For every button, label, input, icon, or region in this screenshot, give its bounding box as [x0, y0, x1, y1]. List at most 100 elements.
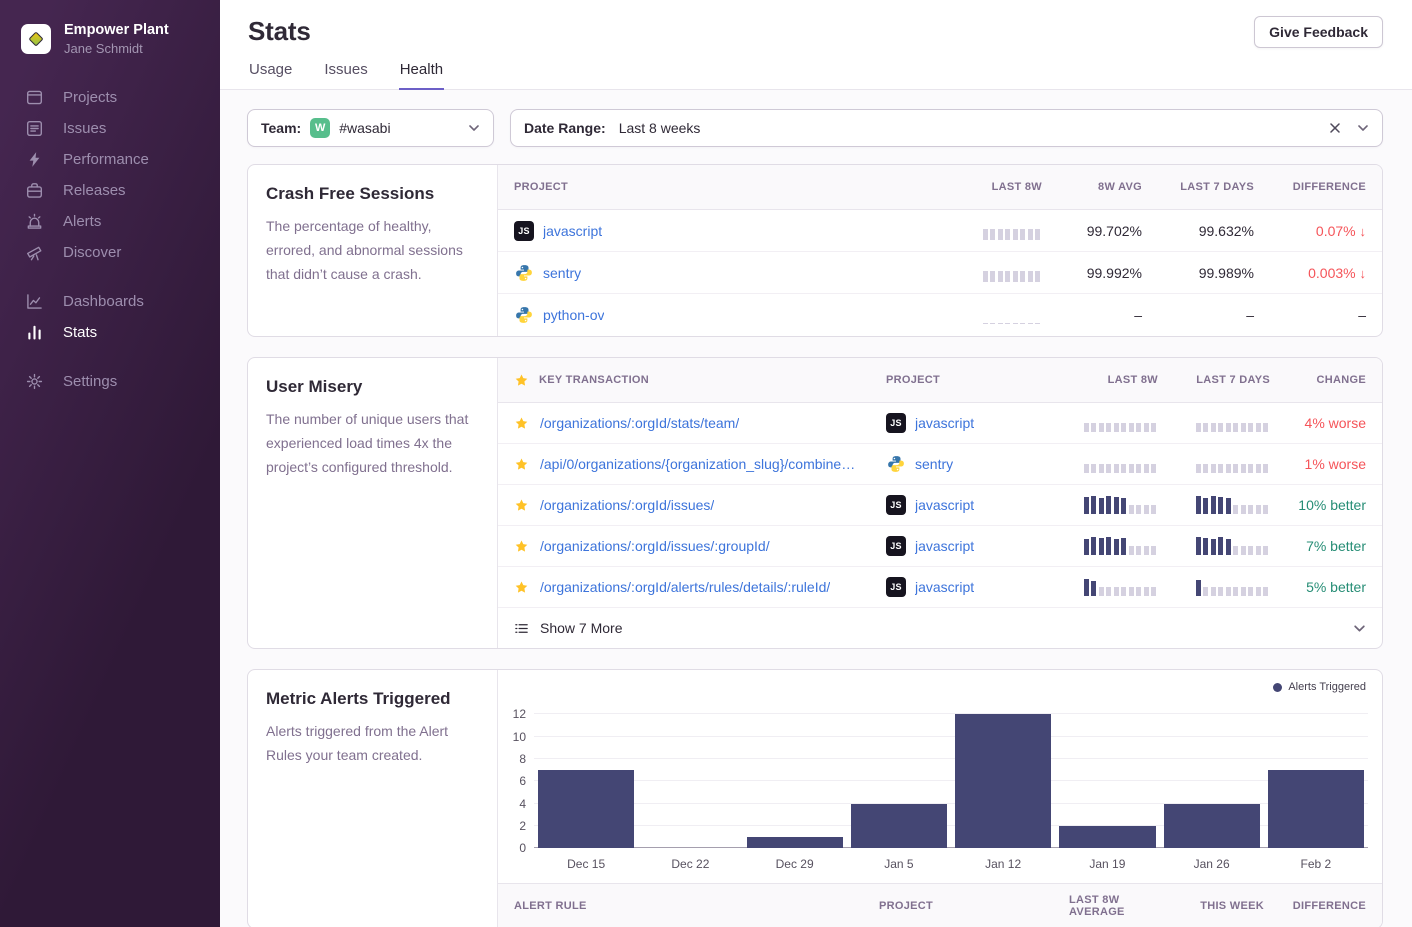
- star-icon[interactable]: [514, 457, 529, 472]
- table-row: /organizations/:orgId/issues/ JSjavascri…: [498, 485, 1382, 526]
- sidebar-item-label: Releases: [63, 182, 126, 199]
- legend-marker: [1273, 683, 1282, 692]
- last-7-days-value: 99.632%: [1142, 223, 1254, 239]
- org-switcher[interactable]: Empower Plant Jane Schmidt: [0, 0, 220, 82]
- page-header: Stats Give Feedback UsageIssuesHealth: [220, 0, 1412, 90]
- sparkline: [1084, 455, 1157, 473]
- project-link[interactable]: javascript: [915, 415, 974, 431]
- user-name: Jane Schmidt: [64, 41, 169, 56]
- sidebar: Empower Plant Jane Schmidt ProjectsIssue…: [0, 0, 220, 927]
- team-filter[interactable]: Team: W #wasabi: [247, 109, 494, 147]
- panel-description: Alerts triggered from the Alert Rules yo…: [266, 719, 479, 767]
- table-row: /organizations/:orgId/issues/:groupId/ J…: [498, 526, 1382, 567]
- dashboards-icon: [25, 293, 43, 311]
- alerts-triggered-chart: Alerts Triggered 024681012 Dec 15Dec 22D…: [498, 670, 1382, 871]
- alert-rules-table-header: ALERT RULEPROJECTLAST 8W AVERAGETHIS WEE…: [498, 883, 1382, 927]
- column-header: PROJECT: [879, 900, 1069, 912]
- tab-issues[interactable]: Issues: [323, 61, 368, 91]
- x-axis-label: Feb 2: [1264, 857, 1368, 871]
- issues-icon: [25, 120, 43, 138]
- panel-description: The number of unique users that experien…: [266, 407, 479, 479]
- sidebar-item-releases[interactable]: Releases: [0, 175, 220, 206]
- crash-free-description-block: Crash Free Sessions The percentage of he…: [248, 165, 498, 336]
- show-more-button[interactable]: Show 7 More: [498, 608, 1382, 648]
- table-row: python-ov – – –: [498, 294, 1382, 336]
- column-header: LAST 7 DAYS: [1158, 374, 1270, 386]
- project-link[interactable]: javascript: [915, 579, 974, 595]
- chart-bar[interactable]: [747, 837, 843, 848]
- sidebar-item-stats[interactable]: Stats: [0, 317, 220, 348]
- discover-icon: [25, 244, 43, 262]
- date-range-label: Date Range:: [524, 120, 606, 136]
- table-row: /api/0/organizations/{organization_slug}…: [498, 444, 1382, 485]
- transaction-link[interactable]: /organizations/:orgId/stats/team/: [540, 415, 739, 431]
- table-row: sentry 99.992% 99.989% 0.003% ↓: [498, 252, 1382, 294]
- bar-slot: [534, 700, 638, 848]
- panel-title: Metric Alerts Triggered: [266, 689, 479, 709]
- tab-usage[interactable]: Usage: [248, 61, 293, 91]
- chart-legend[interactable]: Alerts Triggered: [504, 680, 1366, 694]
- transaction-link[interactable]: /api/0/organizations/{organization_slug}…: [540, 456, 855, 472]
- sidebar-item-performance[interactable]: Performance: [0, 144, 220, 175]
- bar-slot: [1264, 700, 1368, 848]
- tab-bar: Usage Issues Health: [220, 48, 1412, 90]
- star-icon[interactable]: [514, 580, 529, 595]
- avg-8w-value: –: [1042, 307, 1142, 323]
- chart-bar[interactable]: [851, 804, 947, 849]
- sidebar-item-label: Stats: [63, 324, 97, 341]
- sparkline: [1084, 414, 1157, 432]
- main: Stats Give Feedback UsageIssuesHealth Te…: [220, 0, 1412, 927]
- sparkline: [1084, 578, 1157, 596]
- app-root: Empower Plant Jane Schmidt ProjectsIssue…: [0, 0, 1412, 927]
- star-icon[interactable]: [514, 539, 529, 554]
- sidebar-item-discover[interactable]: Discover: [0, 237, 220, 268]
- sidebar-item-dashboards[interactable]: Dashboards: [0, 286, 220, 317]
- transaction-link[interactable]: /organizations/:orgId/issues/:groupId/: [540, 538, 770, 554]
- sidebar-item-projects[interactable]: Projects: [0, 82, 220, 113]
- column-header: 8W AVG: [1042, 181, 1142, 193]
- sparkline: [983, 222, 1041, 240]
- transaction-link[interactable]: /organizations/:orgId/alerts/rules/detai…: [540, 579, 830, 595]
- chart-bar[interactable]: [1059, 826, 1155, 848]
- show-more-label: Show 7 More: [540, 620, 622, 636]
- project-link[interactable]: python-ov: [543, 307, 604, 323]
- team-filter-value: #wasabi: [339, 120, 390, 136]
- project-link[interactable]: javascript: [915, 538, 974, 554]
- project-link[interactable]: sentry: [543, 265, 581, 281]
- chart-bar[interactable]: [538, 770, 634, 848]
- projects-icon: [25, 89, 43, 107]
- transaction-link[interactable]: /organizations/:orgId/issues/: [540, 497, 714, 513]
- column-header: KEY TRANSACTION: [514, 373, 886, 388]
- python-platform-icon: [514, 305, 534, 325]
- team-avatar: W: [310, 118, 330, 138]
- tab-health[interactable]: Health: [399, 61, 444, 91]
- project-link[interactable]: sentry: [915, 456, 953, 472]
- star-icon[interactable]: [514, 416, 529, 431]
- chart-bar[interactable]: [955, 714, 1051, 848]
- date-range-filter[interactable]: Date Range: Last 8 weeks: [510, 109, 1383, 147]
- clear-date-range-icon[interactable]: [1329, 122, 1341, 134]
- star-icon[interactable]: [514, 498, 529, 513]
- table-row: /organizations/:orgId/alerts/rules/detai…: [498, 567, 1382, 608]
- column-header: PROJECT: [886, 374, 1046, 386]
- arrow-down-icon: ↓: [1360, 266, 1367, 281]
- sidebar-item-issues[interactable]: Issues: [0, 113, 220, 144]
- sidebar-item-alerts[interactable]: Alerts: [0, 206, 220, 237]
- bar-slot: [1055, 700, 1159, 848]
- x-axis: Dec 15Dec 22Dec 29Jan 5Jan 12Jan 19Jan 2…: [534, 857, 1368, 871]
- y-axis-label: 8: [519, 752, 526, 766]
- give-feedback-button[interactable]: Give Feedback: [1254, 16, 1383, 48]
- panel-title: User Misery: [266, 377, 479, 397]
- releases-icon: [25, 182, 43, 200]
- column-header: PROJECT: [514, 181, 897, 193]
- bar-slot: [951, 700, 1055, 848]
- project-link[interactable]: javascript: [915, 497, 974, 513]
- project-link[interactable]: javascript: [543, 223, 602, 239]
- crash-free-table-header: PROJECTLAST 8W8W AVGLAST 7 DAYSDIFFERENC…: [498, 165, 1382, 210]
- sidebar-item-settings[interactable]: Settings: [0, 366, 220, 397]
- org-name: Empower Plant: [64, 22, 169, 38]
- org-avatar: [21, 24, 51, 54]
- chart-bar[interactable]: [1164, 804, 1260, 849]
- python-platform-icon: [514, 263, 534, 283]
- chart-bar[interactable]: [1268, 770, 1364, 848]
